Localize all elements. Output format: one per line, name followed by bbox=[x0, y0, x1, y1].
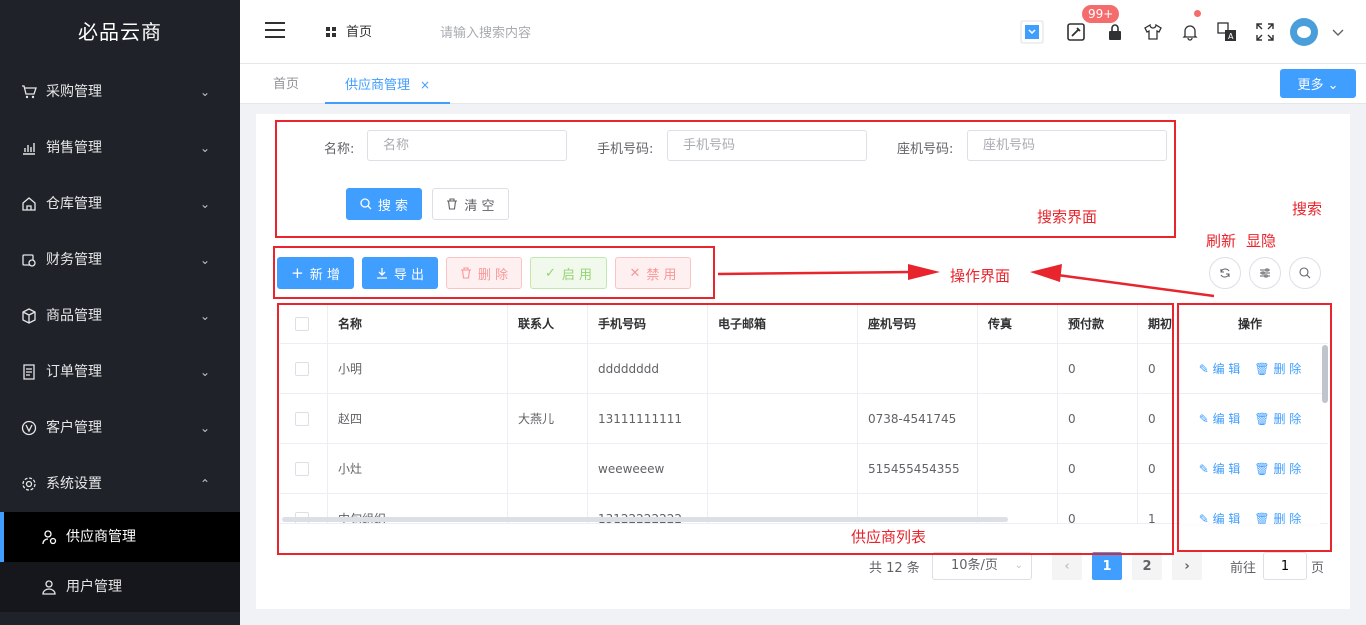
cart-icon bbox=[20, 64, 38, 120]
more-label: 更多 bbox=[1297, 78, 1324, 93]
box-icon bbox=[20, 288, 38, 344]
list-annotation-box bbox=[277, 303, 1174, 555]
chevron-down-icon: ⌄ bbox=[199, 85, 210, 99]
chevron-up-icon: ⌃ bbox=[199, 477, 210, 491]
search-toggle-button[interactable] bbox=[1289, 257, 1321, 289]
tabs-bar: 首页 供应商管理 × 更多 ⌄ bbox=[240, 64, 1366, 104]
svg-text:A: A bbox=[1228, 32, 1234, 41]
customer-icon bbox=[20, 400, 38, 456]
avatar[interactable] bbox=[1290, 18, 1318, 46]
page-size-value: 10条/页 bbox=[951, 558, 998, 573]
chart-icon bbox=[20, 120, 38, 176]
breadcrumb-home: 首页 bbox=[346, 25, 373, 40]
next-page-button[interactable]: › bbox=[1172, 552, 1202, 580]
page-size-select[interactable]: 10条/页 ⌄ bbox=[932, 552, 1032, 580]
chevron-down-icon: ⌄ bbox=[199, 365, 210, 379]
lock-icon[interactable] bbox=[1103, 20, 1127, 44]
goto-page-input[interactable] bbox=[1263, 552, 1307, 580]
prev-page-button[interactable]: ‹ bbox=[1052, 552, 1082, 580]
sidebar-item-finance[interactable]: 财务管理 ⌄ bbox=[0, 232, 240, 288]
sidebar-item-label: 系统设置 bbox=[46, 476, 102, 492]
sliders-icon bbox=[1260, 268, 1270, 278]
operation-column-annotation-box bbox=[1177, 303, 1332, 552]
close-icon[interactable]: × bbox=[420, 78, 430, 92]
language-icon[interactable]: A bbox=[1215, 20, 1239, 44]
sidebar-item-sales[interactable]: 销售管理 ⌄ bbox=[0, 120, 240, 176]
sidebar-item-warehouse[interactable]: 仓库管理 ⌄ bbox=[0, 176, 240, 232]
top-header: 首页 99+ A bbox=[240, 0, 1366, 64]
column-toggle-button[interactable] bbox=[1249, 257, 1281, 289]
tab-home[interactable]: 首页 bbox=[273, 64, 299, 104]
page-button-2[interactable]: 2 bbox=[1132, 552, 1162, 580]
chevron-down-icon: ⌄ bbox=[199, 253, 210, 267]
tab-supplier[interactable]: 供应商管理 × bbox=[325, 64, 451, 104]
document-icon bbox=[20, 344, 38, 400]
refresh-annotation: 刷新 bbox=[1206, 232, 1237, 250]
chevron-down-icon[interactable] bbox=[1326, 20, 1350, 44]
settings-submenu: 供应商管理 用户管理 bbox=[0, 512, 240, 612]
bell-icon[interactable] bbox=[1178, 20, 1202, 44]
sidebar-item-goods[interactable]: 商品管理 ⌄ bbox=[0, 288, 240, 344]
sidebar-item-label: 仓库管理 bbox=[46, 196, 102, 212]
sidebar-item-label: 销售管理 bbox=[46, 140, 102, 156]
sidebar-item-label: 财务管理 bbox=[46, 252, 102, 268]
sidebar-item-label: 采购管理 bbox=[46, 84, 102, 100]
sidebar-item-label: 供应商管理 bbox=[66, 529, 136, 545]
search-icon bbox=[1299, 267, 1311, 279]
tab-label: 供应商管理 bbox=[345, 78, 411, 93]
supplier-icon bbox=[40, 512, 58, 562]
fullscreen-icon[interactable] bbox=[1253, 20, 1277, 44]
search-area-annotation: 搜索界面 bbox=[1037, 208, 1098, 226]
header-search-input[interactable] bbox=[440, 22, 640, 44]
more-button[interactable]: 更多 ⌄ bbox=[1280, 69, 1356, 98]
search-annotation: 搜索 bbox=[1292, 200, 1323, 218]
chevron-down-icon: ⌄ bbox=[1014, 560, 1023, 571]
user-icon bbox=[40, 562, 58, 612]
app-logo: 必品云商 bbox=[78, 20, 162, 44]
goto-label: 前往 bbox=[1230, 561, 1257, 576]
sidebar-item-label: 客户管理 bbox=[46, 420, 102, 436]
annotation-arrows bbox=[717, 264, 1215, 298]
pagination-total: 共 12 条 bbox=[869, 561, 920, 576]
chevron-down-icon: ⌄ bbox=[199, 197, 210, 211]
menu-toggle-icon[interactable] bbox=[265, 22, 285, 43]
grid-icon bbox=[326, 27, 336, 37]
sidebar-item-label: 订单管理 bbox=[46, 364, 102, 380]
tools-icon[interactable] bbox=[1064, 20, 1088, 44]
sidebar-item-supplier[interactable]: 供应商管理 bbox=[0, 512, 240, 562]
tab-label: 首页 bbox=[273, 77, 300, 92]
warehouse-icon bbox=[20, 176, 38, 232]
sidebar-item-orders[interactable]: 订单管理 ⌄ bbox=[0, 344, 240, 400]
page-unit-label: 页 bbox=[1311, 561, 1325, 576]
page-button-1[interactable]: 1 bbox=[1092, 552, 1122, 580]
chevron-down-icon: ⌄ bbox=[199, 141, 210, 155]
sidebar-item-users[interactable]: 用户管理 bbox=[0, 562, 240, 612]
sidebar-item-purchase[interactable]: 采购管理 ⌄ bbox=[0, 64, 240, 120]
sidebar-item-customers[interactable]: 客户管理 ⌄ bbox=[0, 400, 240, 456]
finance-icon bbox=[20, 232, 38, 288]
sidebar: 必品云商 采购管理 ⌄ 销售管理 ⌄ 仓库管理 ⌄ 财务管理 ⌄ 商品管理 ⌄ … bbox=[0, 0, 240, 625]
toggle-annotation: 显隐 bbox=[1246, 232, 1277, 250]
chevron-down-icon: ⌄ bbox=[199, 309, 210, 323]
sidebar-item-label: 商品管理 bbox=[46, 308, 102, 324]
operation-area-annotation-box bbox=[273, 246, 715, 299]
theme-select-icon[interactable] bbox=[1020, 20, 1044, 44]
sidebar-item-label: 用户管理 bbox=[66, 579, 122, 595]
gear-icon bbox=[20, 456, 38, 512]
chevron-down-icon: ⌄ bbox=[199, 421, 210, 435]
notification-dot bbox=[1194, 10, 1201, 17]
list-annotation: 供应商列表 bbox=[851, 528, 927, 546]
breadcrumb[interactable]: 首页 bbox=[326, 0, 372, 64]
sidebar-item-settings[interactable]: 系统设置 ⌃ bbox=[0, 456, 240, 512]
tshirt-icon[interactable] bbox=[1141, 20, 1165, 44]
